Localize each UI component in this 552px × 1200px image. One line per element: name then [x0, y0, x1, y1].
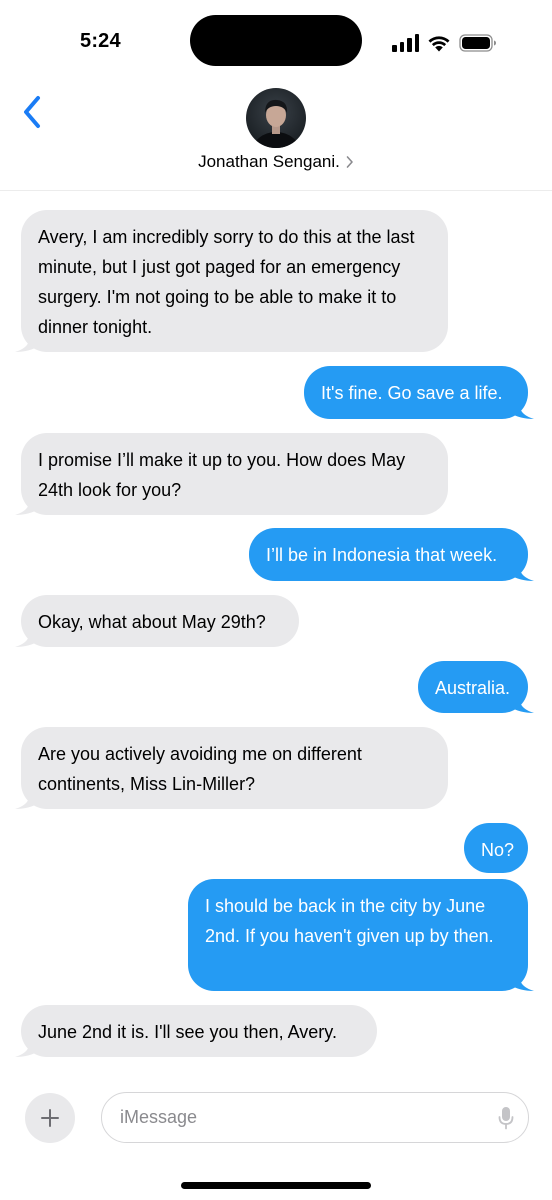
header-divider — [0, 190, 552, 191]
plus-icon — [41, 1109, 59, 1127]
bubble-tail — [15, 789, 39, 809]
message-bubble-incoming[interactable]: Are you actively avoiding me on differen… — [15, 727, 448, 809]
message-input[interactable] — [120, 1093, 490, 1141]
message-text: No? — [481, 840, 515, 860]
message-composer — [101, 1092, 529, 1143]
status-icons — [392, 30, 497, 56]
bubble-tail — [15, 332, 39, 352]
contact-name: Jonathan Sengani. — [198, 152, 340, 171]
home-indicator[interactable] — [181, 1182, 371, 1189]
message-text: I should be back in the city by June 2nd… — [205, 896, 494, 946]
contact-details-link[interactable]: Jonathan Sengani. — [0, 152, 552, 172]
signal-icon — [392, 34, 419, 52]
message-bubble-outgoing[interactable]: I’ll be in Indonesia that week. — [249, 528, 534, 581]
dynamic-island — [190, 15, 362, 66]
bubble-tail — [15, 627, 39, 647]
message-bubble-incoming[interactable]: Okay, what about May 29th? — [15, 595, 299, 647]
chevron-right-icon — [346, 155, 354, 169]
mic-icon[interactable] — [498, 1106, 514, 1135]
avatar[interactable] — [246, 88, 306, 148]
messages-screen: 5:24 Jonathan Sengani. Avery, I am incre… — [0, 0, 552, 1200]
message-bubble-incoming[interactable]: I promise I’ll make it up to you. How do… — [15, 433, 448, 515]
bubble-tail — [510, 971, 534, 991]
message-text: Okay, what about May 29th? — [38, 612, 266, 632]
wifi-icon — [427, 34, 451, 52]
status-time: 5:24 — [80, 30, 121, 52]
message-text: Avery, I am incredibly sorry to do this … — [38, 227, 415, 337]
bubble-tail — [15, 1037, 39, 1057]
message-text: Are you actively avoiding me on differen… — [38, 744, 362, 794]
message-bubble-outgoing[interactable]: Australia. — [418, 661, 534, 713]
message-text: Australia. — [435, 678, 511, 698]
message-text: It's fine. Go save a life. — [321, 383, 503, 403]
status-bar: 5:24 — [0, 0, 552, 84]
message-bubble-outgoing[interactable]: I should be back in the city by June 2nd… — [188, 879, 534, 991]
message-bubble-outgoing[interactable]: It's fine. Go save a life. — [304, 366, 534, 419]
bubble-tail — [510, 561, 534, 581]
add-attachment-button[interactable] — [25, 1093, 75, 1143]
message-bubble-outgoing[interactable]: No? — [464, 823, 528, 873]
bubble-tail — [15, 495, 39, 515]
message-text: I promise I’ll make it up to you. How do… — [38, 450, 406, 500]
bubble-tail — [510, 399, 534, 419]
message-text: June 2nd it is. I'll see you then, Avery… — [38, 1022, 337, 1042]
back-button[interactable] — [12, 92, 52, 132]
message-bubble-incoming[interactable]: June 2nd it is. I'll see you then, Avery… — [15, 1005, 377, 1057]
bubble-tail — [510, 693, 534, 713]
battery-icon — [459, 34, 497, 52]
message-bubble-incoming[interactable]: Avery, I am incredibly sorry to do this … — [15, 210, 448, 352]
chevron-left-icon — [24, 96, 40, 128]
message-text: I’ll be in Indonesia that week. — [266, 545, 498, 565]
